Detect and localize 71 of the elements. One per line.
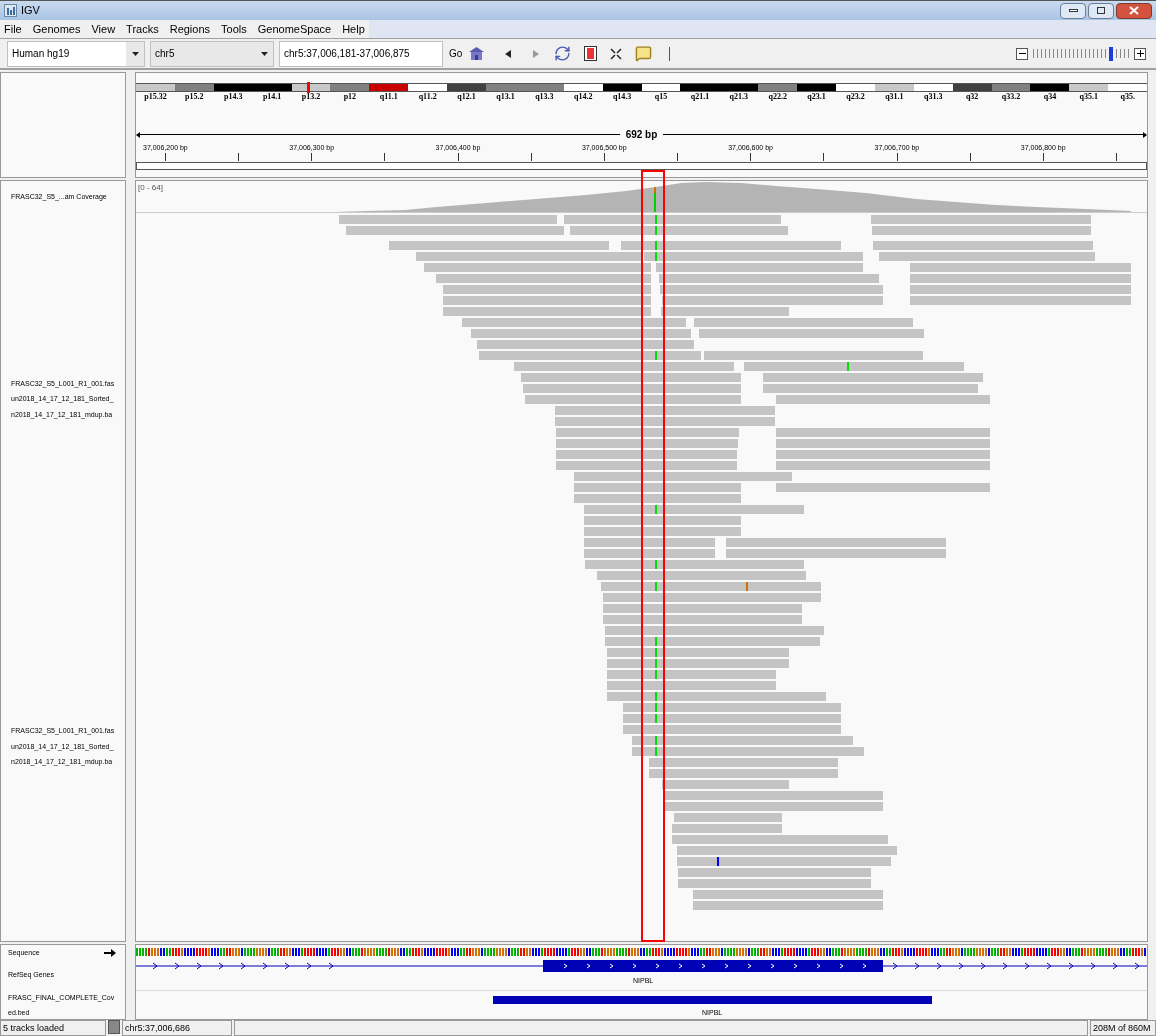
go-button[interactable]: Go bbox=[448, 40, 464, 67]
band-label: q14.3 bbox=[612, 92, 632, 102]
zoom-out-button[interactable] bbox=[1016, 47, 1028, 60]
menu-item[interactable]: Genomes bbox=[32, 20, 81, 38]
bed-feature-bar[interactable] bbox=[493, 995, 932, 1004]
chromosome-band[interactable] bbox=[563, 83, 603, 92]
band-label: p12 bbox=[343, 92, 357, 102]
chromosome-band[interactable] bbox=[1108, 83, 1148, 92]
band-label: q11.1 bbox=[379, 92, 398, 102]
band-label: q11.2 bbox=[418, 92, 437, 102]
window-title: IGV bbox=[21, 3, 40, 19]
menu-item[interactable]: File bbox=[4, 20, 22, 38]
band-label: q13.1 bbox=[496, 92, 515, 102]
band-label: q33.2 bbox=[1001, 92, 1021, 102]
band-label: q23.1 bbox=[807, 92, 826, 102]
zoom-in-button[interactable] bbox=[1134, 47, 1146, 60]
refresh-icon[interactable] bbox=[554, 45, 572, 62]
band-label: q22.2 bbox=[768, 92, 787, 102]
restore-button[interactable] bbox=[1088, 2, 1114, 19]
band-label: q21.3 bbox=[729, 92, 749, 102]
gene-model-drawing[interactable] bbox=[136, 960, 1147, 972]
menu-item[interactable]: Regions bbox=[169, 20, 211, 38]
band-label: q31.1 bbox=[885, 92, 904, 102]
status-position: chr5:37,006,686 bbox=[122, 1020, 232, 1036]
menu-item[interactable]: View bbox=[91, 20, 116, 38]
home-icon[interactable] bbox=[468, 46, 486, 61]
zoom-slider-thumb[interactable] bbox=[1109, 46, 1113, 61]
genome-dropdown[interactable]: Human hg19 bbox=[7, 40, 145, 67]
band-label: q21.1 bbox=[690, 92, 710, 102]
strand-arrow-icon[interactable] bbox=[104, 949, 116, 958]
band-label: q13.3 bbox=[535, 92, 554, 102]
menu-item[interactable]: Help bbox=[342, 20, 365, 38]
band-label: p13.2 bbox=[301, 92, 321, 102]
coverage-range-label: [0 - 64] bbox=[138, 182, 163, 194]
band-label: q23.2 bbox=[846, 92, 865, 102]
menu-item[interactable]: Tracks bbox=[126, 20, 159, 38]
menu-item[interactable]: GenomeSpace bbox=[257, 20, 332, 38]
chromosome-band[interactable] bbox=[913, 83, 953, 92]
band-label: q34 bbox=[1043, 92, 1057, 102]
band-label: q15 bbox=[654, 92, 668, 102]
minimize-button[interactable] bbox=[1060, 2, 1086, 19]
menu-item[interactable]: Tools bbox=[221, 20, 247, 38]
status-indicator-icon bbox=[108, 1020, 120, 1034]
band-label: q35. bbox=[1120, 92, 1135, 102]
zoom-slider[interactable] bbox=[1031, 46, 1131, 61]
status-text: 5 tracks loaded bbox=[0, 1020, 106, 1036]
fit-icon[interactable] bbox=[610, 47, 623, 60]
chromosome-dropdown[interactable]: chr5 bbox=[150, 40, 274, 67]
app-icon bbox=[4, 4, 17, 17]
caret-icon bbox=[260, 51, 268, 56]
band-label: p15.2 bbox=[185, 92, 204, 102]
band-label: p14.1 bbox=[262, 92, 282, 102]
back-icon[interactable] bbox=[503, 48, 514, 59]
close-icon bbox=[1129, 6, 1139, 15]
chromosome-band[interactable] bbox=[641, 83, 681, 92]
memory-status: 208M of 860M bbox=[1090, 1020, 1156, 1036]
band-label: q32 bbox=[965, 92, 979, 102]
locus-field[interactable]: chr5:37,006,181-37,006,875 bbox=[279, 40, 443, 67]
band-label: q12.1 bbox=[457, 92, 476, 102]
band-label: q14.2 bbox=[574, 92, 593, 102]
speech-bubble-icon[interactable] bbox=[635, 45, 653, 62]
caret-icon bbox=[131, 51, 139, 56]
chromosome-band[interactable] bbox=[836, 83, 875, 92]
band-label: p14.3 bbox=[224, 92, 243, 102]
band-label: p15.32 bbox=[144, 92, 167, 102]
region-icon[interactable] bbox=[584, 46, 598, 61]
band-label: q35.1 bbox=[1079, 92, 1099, 102]
close-button[interactable] bbox=[1116, 2, 1152, 19]
span-label: 692 bp bbox=[624, 128, 659, 142]
band-label: q31.3 bbox=[924, 92, 943, 102]
chromosome-band[interactable] bbox=[408, 83, 448, 92]
